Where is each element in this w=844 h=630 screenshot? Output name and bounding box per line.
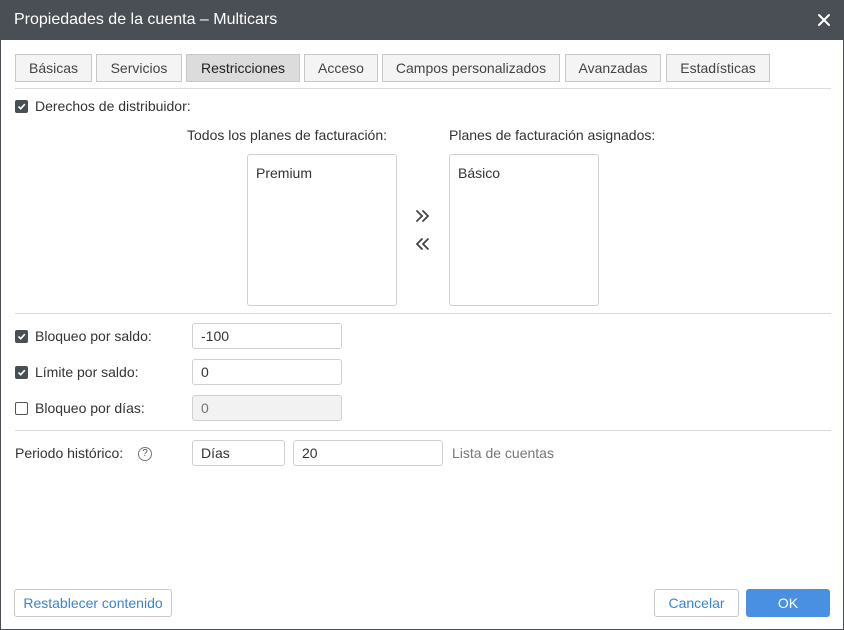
history-period-label: Periodo histórico: — [15, 445, 124, 461]
account-list-label: Lista de cuentas — [452, 445, 554, 461]
close-icon[interactable] — [813, 9, 835, 31]
history-unit-select[interactable] — [192, 440, 285, 466]
reset-content-button[interactable]: Restablecer contenido — [14, 589, 172, 617]
assigned-plans-list[interactable]: Básico — [449, 154, 599, 306]
days-block-label: Bloqueo por días: — [35, 400, 145, 416]
double-chevron-right-icon[interactable] — [414, 207, 434, 225]
title-bar: Propiedades de la cuenta – Multicars — [1, 1, 843, 40]
balance-limit-checkbox[interactable] — [15, 366, 28, 379]
double-chevron-left-icon[interactable] — [414, 235, 434, 253]
balance-limit-label: Límite por saldo: — [35, 364, 139, 380]
tab-acceso[interactable]: Acceso — [304, 54, 378, 82]
list-item[interactable]: Premium — [256, 165, 312, 181]
help-circle-icon[interactable]: ? — [138, 447, 152, 461]
divider — [15, 430, 831, 431]
balance-limit-input[interactable] — [192, 359, 342, 385]
divider — [15, 313, 831, 314]
all-plans-list[interactable]: Premium — [247, 154, 397, 306]
days-block-checkbox[interactable] — [15, 402, 28, 415]
list-item[interactable]: Básico — [458, 165, 500, 181]
checkmark-icon — [17, 369, 26, 376]
tab-restricciones[interactable]: Restricciones — [186, 54, 300, 82]
dialog-title: Propiedades de la cuenta – Multicars — [14, 11, 278, 28]
account-properties-dialog: Propiedades de la cuenta – Multicars Bás… — [0, 0, 844, 630]
cancel-button[interactable]: Cancelar — [654, 589, 739, 617]
tab-estadisticas[interactable]: Estadísticas — [666, 54, 770, 82]
days-block-input — [192, 395, 342, 421]
tab-servicios[interactable]: Servicios — [96, 54, 182, 82]
tab-avanzadas[interactable]: Avanzadas — [565, 54, 661, 82]
history-value-input[interactable] — [293, 440, 443, 466]
distributor-rights-checkbox[interactable] — [15, 100, 28, 113]
checkmark-icon — [17, 103, 26, 110]
checkmark-icon — [17, 333, 26, 340]
balance-block-input[interactable] — [192, 323, 342, 349]
balance-block-checkbox[interactable] — [15, 330, 28, 343]
balance-block-label: Bloqueo por saldo: — [35, 328, 152, 344]
tab-campos-personalizados[interactable]: Campos personalizados — [382, 54, 560, 82]
ok-button[interactable]: OK — [746, 589, 830, 617]
distributor-rights-label: Derechos de distribuidor: — [35, 98, 191, 114]
divider — [15, 88, 831, 89]
tab-basicas[interactable]: Básicas — [15, 54, 92, 82]
all-plans-label: Todos los planes de facturación: — [187, 127, 388, 143]
assigned-plans-label: Planes de facturación asignados: — [449, 127, 656, 143]
